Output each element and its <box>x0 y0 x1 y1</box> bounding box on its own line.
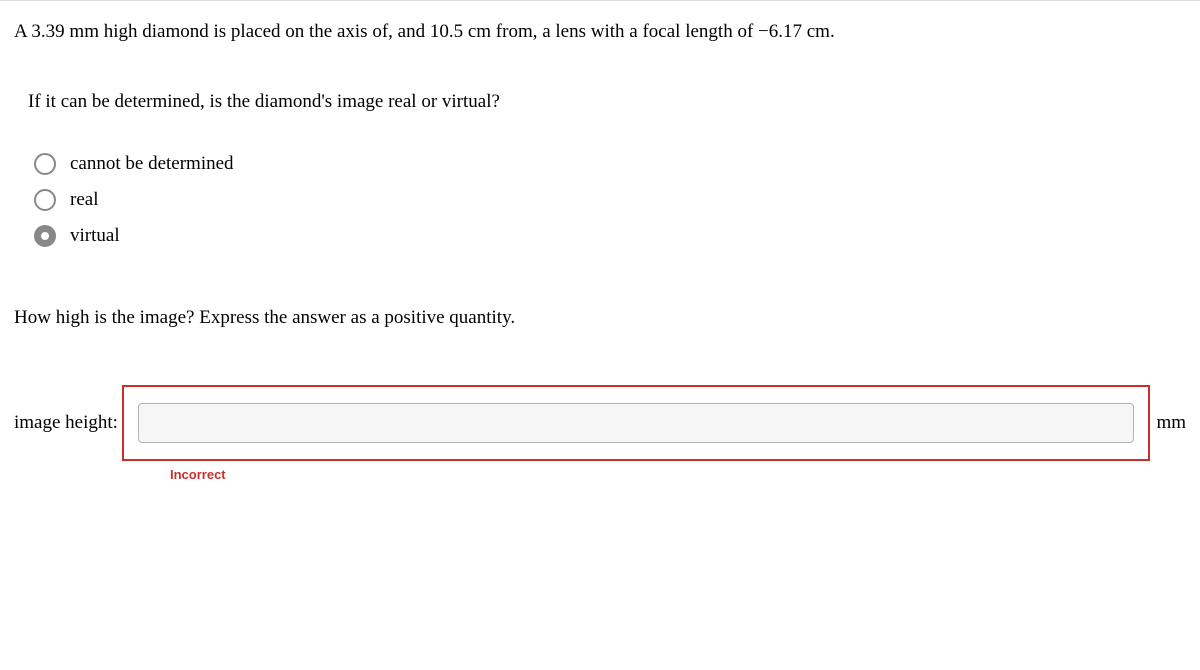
option-label: cannot be determined <box>70 153 234 175</box>
answer-row: image height: mm <box>14 385 1186 461</box>
answer-label: image height: <box>14 412 118 434</box>
question-container: A 3.39 mm high diamond is placed on the … <box>0 0 1200 502</box>
question2-prompt: How high is the image? Express the answe… <box>14 307 1186 329</box>
option-label: virtual <box>70 225 120 247</box>
option-virtual[interactable]: virtual <box>34 225 1186 247</box>
option-label: real <box>70 189 98 211</box>
radio-group: cannot be determined real virtual <box>14 153 1186 247</box>
image-height-input[interactable] <box>138 403 1134 443</box>
feedback-incorrect: Incorrect <box>170 467 1186 482</box>
input-wrapper-incorrect <box>122 385 1150 461</box>
radio-icon <box>34 189 56 211</box>
unit-label: mm <box>1156 412 1186 434</box>
radio-icon-selected <box>34 225 56 247</box>
option-real[interactable]: real <box>34 189 1186 211</box>
option-cannot-be-determined[interactable]: cannot be determined <box>34 153 1186 175</box>
radio-icon <box>34 153 56 175</box>
question1-prompt: If it can be determined, is the diamond'… <box>14 91 1186 113</box>
problem-statement: A 3.39 mm high diamond is placed on the … <box>14 21 1186 43</box>
